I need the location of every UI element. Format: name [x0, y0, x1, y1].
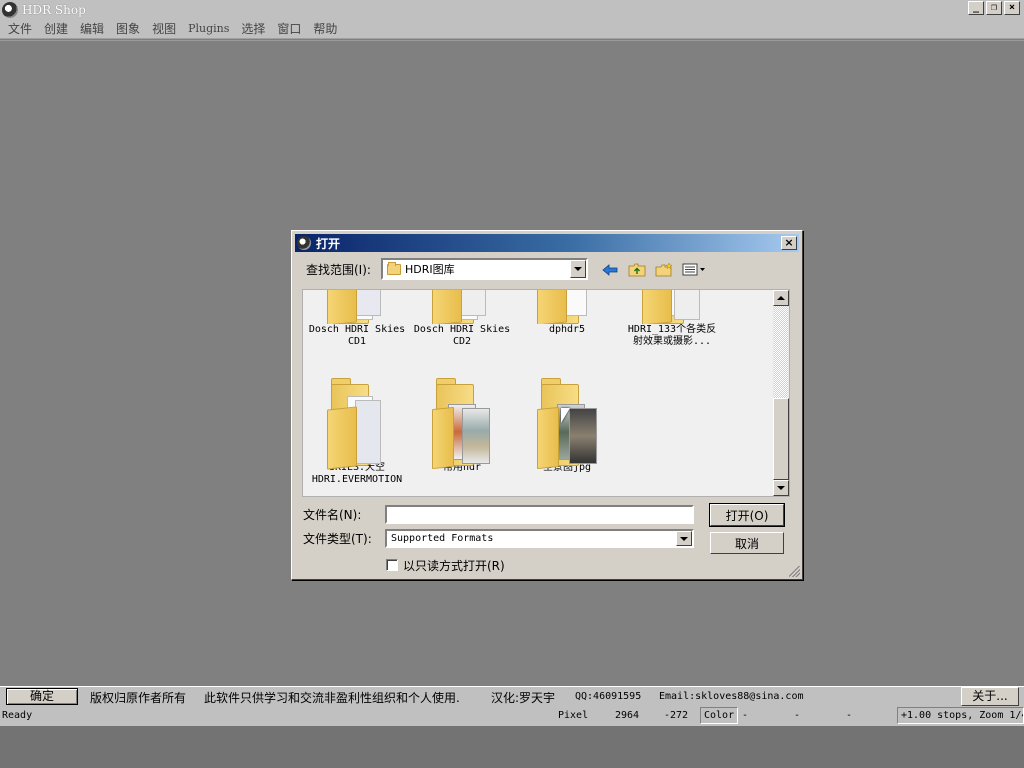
folder-icon: [535, 290, 599, 324]
file-label: 射效果或摄影...: [632, 336, 712, 347]
app-title: HDR Shop: [22, 2, 86, 17]
menu-create[interactable]: 创建: [38, 20, 74, 37]
view-menu-icon[interactable]: [681, 261, 707, 278]
pixel-x: 2964: [615, 710, 640, 721]
look-in-dropdown[interactable]: HDRI图库: [381, 258, 588, 280]
file-label: HDRI_133个各类反: [627, 324, 717, 335]
taskbar-area: [0, 726, 1024, 768]
chevron-down-icon[interactable]: [676, 531, 692, 546]
list-item[interactable]: 全景图jpg: [515, 374, 619, 474]
folder-icon: [430, 374, 494, 470]
look-in-label: 查找范围(I):: [306, 263, 371, 277]
file-label: CD2: [452, 336, 472, 347]
list-item[interactable]: SKIES.天空 HDRI.EVERMOTION: [305, 374, 409, 486]
pixel-y: -272: [664, 710, 689, 721]
color-b: -: [846, 710, 853, 721]
readonly-label[interactable]: 以只读方式打开(R): [403, 557, 505, 574]
list-item[interactable]: 常用hdr: [410, 374, 514, 474]
dialog-close-button[interactable]: ×: [781, 236, 797, 250]
file-list[interactable]: Dosch HDRI Skies CD1 Dosch HDRI Skies CD…: [302, 289, 790, 497]
menu-help[interactable]: 帮助: [307, 20, 343, 37]
chevron-down-icon[interactable]: [570, 260, 586, 278]
restore-button[interactable]: ❐: [986, 1, 1002, 15]
color-g: -: [794, 710, 801, 721]
exposure-zoom-readout: +1.00 stops, Zoom 1/4: [897, 707, 1024, 724]
filetype-value: Supported Formats: [391, 533, 494, 544]
folder-icon: [640, 290, 704, 324]
notice-text: 此软件只供学习和交流非盈利性组织和个人使用.: [204, 691, 460, 705]
info-bar: 确定 版权归原作者所有 此软件只供学习和交流非盈利性组织和个人使用. 汉化:罗天…: [0, 686, 1024, 706]
pixel-label: Pixel: [558, 710, 589, 721]
app-titlebar[interactable]: HDR Shop _ ❐ ×: [0, 0, 1024, 19]
menubar: 文件 创建 编辑 图象 视图 Plugins 选择 窗口 帮助: [0, 19, 1024, 39]
file-label: Dosch HDRI Skies: [413, 324, 511, 335]
folder-icon: [387, 261, 401, 275]
menu-window[interactable]: 窗口: [271, 20, 307, 37]
dialog-toolbar: [600, 261, 707, 278]
resize-grip-icon[interactable]: [789, 566, 800, 577]
folder-icon: [325, 290, 389, 324]
list-item[interactable]: dphdr5: [515, 290, 619, 336]
status-ready: Ready: [2, 710, 33, 721]
list-item[interactable]: HDRI_133个各类反 射效果或摄影...: [620, 290, 724, 348]
file-label: dphdr5: [548, 324, 586, 335]
cancel-button[interactable]: 取消: [710, 532, 784, 554]
qq-text: QQ:46091595: [575, 691, 642, 702]
filename-label: 文件名(N):: [303, 508, 362, 522]
vertical-scrollbar[interactable]: [773, 290, 789, 496]
window-controls: _ ❐ ×: [968, 1, 1020, 15]
menu-edit[interactable]: 编辑: [74, 20, 110, 37]
menu-select[interactable]: 选择: [235, 20, 271, 37]
menu-image[interactable]: 图象: [110, 20, 146, 37]
filename-input[interactable]: [385, 505, 694, 524]
filetype-label: 文件类型(T):: [303, 532, 372, 546]
open-button[interactable]: 打开(O): [709, 503, 785, 527]
scroll-down-button[interactable]: [773, 480, 789, 496]
color-r: -: [742, 710, 749, 721]
file-label: Dosch HDRI Skies: [308, 324, 406, 335]
dialog-app-icon: [297, 236, 311, 250]
open-dialog: 打开 × 查找范围(I): HDRI图库 Dosch HDRI Skies CD…: [291, 230, 803, 580]
folder-icon: [325, 374, 389, 470]
back-arrow-icon[interactable]: [600, 261, 620, 278]
about-button[interactable]: 关于...: [961, 687, 1019, 706]
scroll-track[interactable]: [774, 306, 788, 398]
email-text: Email:skloves88@sina.com: [659, 691, 804, 702]
file-label: HDRI.EVERMOTION: [311, 474, 403, 485]
list-item[interactable]: Dosch HDRI Skies CD2: [410, 290, 514, 348]
look-in-value: HDRI图库: [405, 263, 455, 276]
status-bar: Ready Pixel 2964 -272 Color - - - +1.00 …: [0, 706, 1024, 726]
filetype-dropdown[interactable]: Supported Formats: [385, 529, 694, 548]
dialog-title: 打开: [316, 236, 341, 251]
scroll-thumb[interactable]: [773, 398, 789, 480]
dialog-titlebar[interactable]: 打开 ×: [295, 234, 799, 252]
file-label: CD1: [347, 336, 367, 347]
scroll-up-button[interactable]: [773, 290, 789, 306]
readonly-checkbox[interactable]: [386, 559, 398, 571]
up-folder-icon[interactable]: [627, 261, 647, 278]
minimize-button[interactable]: _: [968, 1, 984, 15]
new-folder-icon[interactable]: [654, 261, 674, 278]
menu-plugins[interactable]: Plugins: [182, 22, 235, 35]
ok-button[interactable]: 确定: [6, 688, 78, 705]
folder-icon: [430, 290, 494, 324]
app-logo-icon[interactable]: [2, 1, 18, 18]
menu-view[interactable]: 视图: [146, 20, 182, 37]
close-button[interactable]: ×: [1004, 1, 1020, 15]
mouse-cursor-icon: [561, 408, 570, 423]
localized-text: 汉化:罗天宇: [491, 691, 556, 705]
copyright-text: 版权归原作者所有: [90, 691, 187, 705]
list-item[interactable]: Dosch HDRI Skies CD1: [305, 290, 409, 348]
color-label: Color: [700, 707, 738, 724]
menu-file[interactable]: 文件: [2, 20, 38, 37]
